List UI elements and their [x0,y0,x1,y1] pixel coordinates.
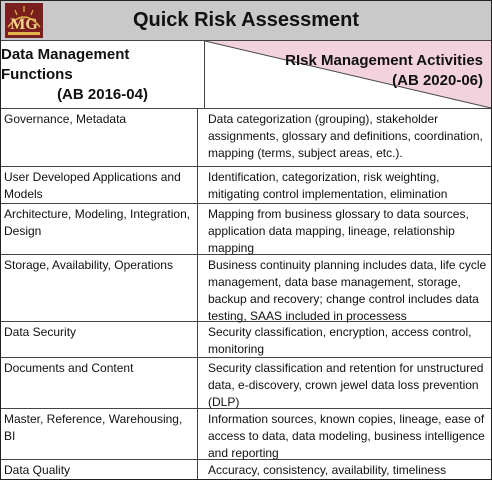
activity-cell: Identification, categorization, risk wei… [208,170,448,201]
header-functions: Data Management Functions (AB 2016-04) [1,41,205,108]
table-row: Master, Reference, Warehousing, BI Infor… [1,409,491,460]
activity-cell: Data categorization (grouping), stakehol… [208,112,483,160]
table-row: Documents and Content Security classific… [1,358,491,409]
activity-cell: Security classification and retention fo… [208,361,484,409]
header-activities-text: RIsk Management Activities (AB 2020-06) [285,51,483,91]
risk-assessment-table: MG Quick Risk Assessment Data Management… [0,0,492,480]
table-row: Data Quality Accuracy, consistency, avai… [1,460,491,479]
function-cell: Governance, Metadata [1,109,198,166]
function-cell: Data Quality [1,460,198,479]
activity-cell: Information sources, known copies, linea… [208,412,485,460]
activity-cell: Security classification, encryption, acc… [208,325,472,356]
function-cell: Data Security [1,322,198,357]
activity-cell: Mapping from business glossary to data s… [208,207,469,255]
table-row: Architecture, Modeling, Integration, Des… [1,204,491,255]
header-functions-ref: (AB 2016-04) [57,85,148,103]
function-cell: User Developed Applications and Models [1,167,198,203]
header-activities-title: RIsk Management Activities [285,52,483,69]
function-cell: Architecture, Modeling, Integration, Des… [1,204,198,254]
header-activities: RIsk Management Activities (AB 2020-06) [205,41,491,108]
activity-cell: Accuracy, consistency, availability, tim… [208,463,447,477]
table-row: Data Security Security classification, e… [1,322,491,358]
table-row: User Developed Applications and Models I… [1,167,491,204]
activity-cell: Business continuity planning includes da… [208,258,487,323]
function-cell: Documents and Content [1,358,198,408]
page-title: Quick Risk Assessment [132,9,360,31]
header-activities-ref: (AB 2020-06) [392,72,483,89]
table-header: Data Management Functions (AB 2016-04) R… [1,41,491,109]
header-functions-title: Data Management Functions [1,45,130,83]
function-cell: Storage, Availability, Operations [1,255,198,321]
title-bar: MG Quick Risk Assessment [1,1,491,41]
function-cell: Master, Reference, Warehousing, BI [1,409,198,459]
table-row: Storage, Availability, Operations Busine… [1,255,491,323]
table-row: Governance, Metadata Data categorization… [1,109,491,167]
